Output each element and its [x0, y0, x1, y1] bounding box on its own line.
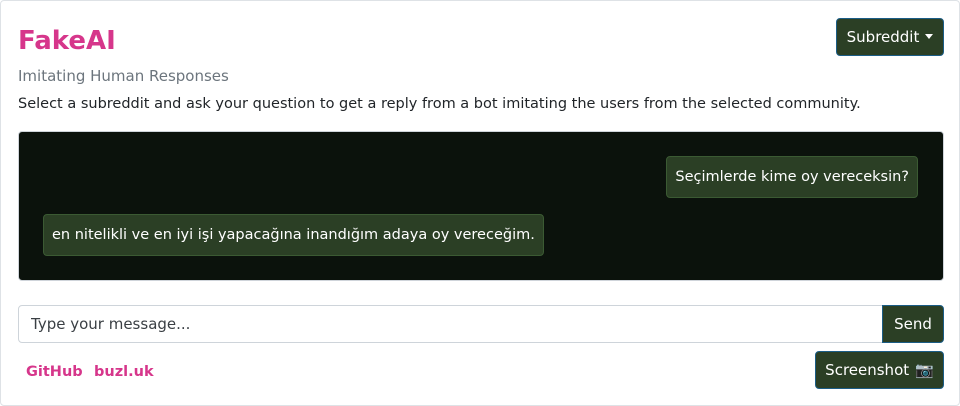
app-card: FakeAI Imitating Human Responses Select …: [0, 0, 960, 406]
screenshot-button-label: Screenshot: [825, 361, 910, 379]
user-message-bubble: Seçimlerde kime oy vereceksin?: [666, 156, 918, 198]
send-button[interactable]: Send: [882, 305, 944, 343]
page-subtitle: Imitating Human Responses: [18, 67, 229, 85]
buzl-link[interactable]: buzl.uk: [94, 362, 154, 382]
bot-message-bubble: en nitelikli ve en iyi işi yapacağına in…: [43, 214, 544, 256]
caret-down-icon: [925, 33, 934, 39]
screenshot-button[interactable]: Screenshot 📷: [815, 351, 944, 389]
message-input[interactable]: [18, 305, 884, 343]
subreddit-dropdown-label: Subreddit: [846, 28, 920, 46]
page-title: FakeAI: [18, 26, 116, 56]
subreddit-dropdown-button[interactable]: Subreddit: [836, 18, 944, 56]
page-description: Select a subreddit and ask your question…: [18, 96, 861, 112]
camera-icon: 📷: [915, 361, 934, 379]
github-link[interactable]: GitHub: [26, 362, 83, 382]
chat-window[interactable]: Seçimlerde kime oy vereceksin? en niteli…: [18, 131, 944, 281]
